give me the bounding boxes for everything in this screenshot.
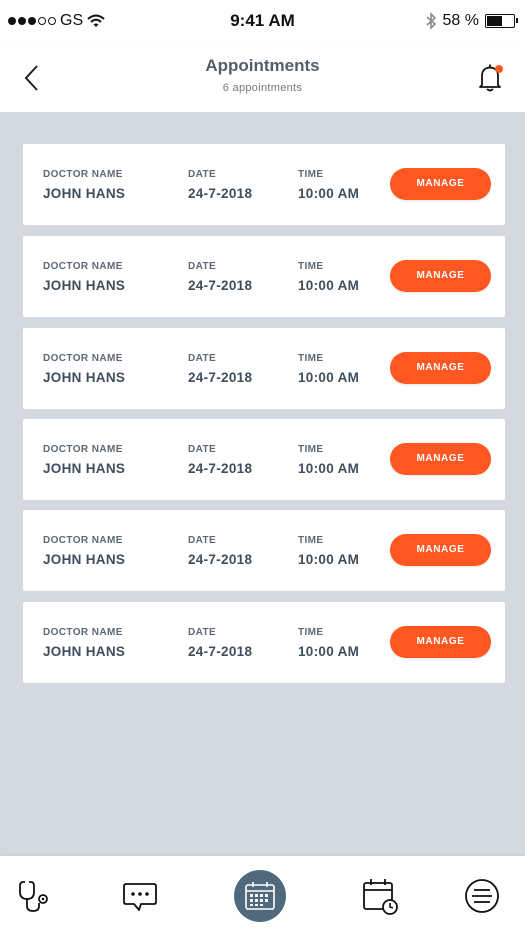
manage-button[interactable]: MANAGE — [390, 260, 491, 292]
doctor-name: JOHN HANS — [43, 552, 126, 567]
doctor-name-label: DOCTOR NAME — [43, 444, 123, 455]
notification-dot — [495, 65, 503, 73]
time-column: TIME 10:00 AM — [298, 169, 359, 201]
manage-button[interactable]: MANAGE — [390, 443, 491, 475]
bell-icon — [479, 64, 503, 92]
manage-button[interactable]: MANAGE — [390, 352, 491, 384]
appointment-time: 10:00 AM — [298, 461, 360, 476]
battery-icon — [485, 14, 518, 28]
doctor-column: DOCTOR NAME JOHN HANS — [43, 627, 125, 659]
appointment-date: 24-7-2018 — [188, 552, 253, 567]
doctor-name: JOHN HANS — [43, 644, 126, 659]
tab-messages[interactable] — [118, 874, 162, 918]
date-column: DATE 24-7-2018 — [188, 169, 252, 201]
time-column: TIME 10:00 AM — [298, 627, 359, 659]
date-column: DATE 24-7-2018 — [188, 444, 252, 476]
appointment-date: 24-7-2018 — [188, 370, 253, 385]
appointment-time: 10:00 AM — [298, 278, 360, 293]
doctor-name: JOHN HANS — [43, 186, 126, 201]
doctor-column: DOCTOR NAME JOHN HANS — [43, 261, 125, 293]
battery-level — [487, 16, 503, 26]
date-column: DATE 24-7-2018 — [188, 261, 252, 293]
date-column: DATE 24-7-2018 — [188, 353, 252, 385]
appointment-date: 24-7-2018 — [188, 278, 253, 293]
doctor-column: DOCTOR NAME JOHN HANS — [43, 169, 125, 201]
manage-button[interactable]: MANAGE — [390, 626, 491, 658]
date-label: DATE — [188, 261, 217, 272]
manage-button[interactable]: MANAGE — [390, 168, 491, 200]
tab-stethoscope[interactable] — [14, 874, 58, 918]
stethoscope-icon — [19, 881, 48, 912]
doctor-name-label: DOCTOR NAME — [43, 627, 123, 638]
date-label: DATE — [188, 444, 217, 455]
appointment-card: DOCTOR NAME JOHN HANS DATE 24-7-2018 TIME 10:… — [23, 419, 505, 500]
appointment-list: DOCTOR NAME JOHN HANS DATE 24-7-2018 TIME 10:… — [0, 112, 525, 856]
time-label: TIME — [298, 627, 324, 638]
appointment-card: DOCTOR NAME JOHN HANS DATE 24-7-2018 TIME 10:… — [23, 236, 505, 317]
time-column: TIME 10:00 AM — [298, 261, 359, 293]
tab-schedule[interactable] — [358, 874, 402, 918]
appointment-date: 24-7-2018 — [188, 461, 253, 476]
doctor-name-label: DOCTOR NAME — [43, 169, 123, 180]
time-label: TIME — [298, 261, 324, 272]
date-label: DATE — [188, 535, 217, 546]
battery-percent: 58 % — [442, 12, 479, 29]
appointment-time: 10:00 AM — [298, 552, 360, 567]
appointment-date: 24-7-2018 — [188, 644, 253, 659]
appointment-count: 6 appointments — [222, 82, 303, 94]
calendar-clock-icon — [363, 879, 398, 915]
bottom-tab-bar — [0, 856, 525, 934]
status-left: GS — [8, 12, 105, 30]
manage-button[interactable]: MANAGE — [390, 534, 491, 566]
doctor-column: DOCTOR NAME JOHN HANS — [43, 444, 125, 476]
date-column: DATE 24-7-2018 — [188, 627, 252, 659]
status-right: 58 % — [425, 12, 518, 30]
time-label: TIME — [298, 169, 324, 180]
time-label: TIME — [298, 444, 324, 455]
wifi-icon — [87, 14, 105, 27]
time-label: TIME — [298, 535, 324, 546]
appointment-card: DOCTOR NAME JOHN HANS DATE 24-7-2018 TIME 10:… — [23, 510, 505, 591]
appointment-card: DOCTOR NAME JOHN HANS DATE 24-7-2018 TIME 10:… — [23, 144, 505, 225]
date-label: DATE — [188, 353, 217, 364]
notifications-button[interactable] — [477, 62, 505, 94]
time-column: TIME 10:00 AM — [298, 535, 359, 567]
time-label: TIME — [298, 353, 324, 364]
signal-icon — [8, 17, 56, 25]
appointment-time: 10:00 AM — [298, 186, 360, 201]
carrier-label: GS — [60, 12, 84, 29]
time-column: TIME 10:00 AM — [298, 353, 359, 385]
appointment-time: 10:00 AM — [298, 644, 360, 659]
chat-icon — [123, 883, 157, 911]
appointment-date: 24-7-2018 — [188, 186, 253, 201]
menu-icon — [465, 879, 499, 913]
date-label: DATE — [188, 169, 217, 180]
doctor-name: JOHN HANS — [43, 370, 126, 385]
doctor-name-label: DOCTOR NAME — [43, 261, 123, 272]
date-column: DATE 24-7-2018 — [188, 535, 252, 567]
date-label: DATE — [188, 627, 217, 638]
doctor-name: JOHN HANS — [43, 461, 126, 476]
doctor-name-label: DOCTOR NAME — [43, 353, 123, 364]
appointment-time: 10:00 AM — [298, 370, 360, 385]
appointment-card: DOCTOR NAME JOHN HANS DATE 24-7-2018 TIME 10:… — [23, 328, 505, 409]
doctor-column: DOCTOR NAME JOHN HANS — [43, 353, 125, 385]
doctor-name: JOHN HANS — [43, 278, 126, 293]
app-header: Appointments 6 appointments — [0, 42, 525, 112]
bluetooth-icon — [426, 12, 436, 30]
page-title: Appointments — [205, 56, 320, 75]
time-column: TIME 10:00 AM — [298, 444, 359, 476]
status-bar: GS 9:41 AM 58 % — [0, 0, 525, 42]
calendar-icon — [245, 882, 275, 910]
tab-appointments[interactable] — [234, 870, 286, 922]
doctor-column: DOCTOR NAME JOHN HANS — [43, 535, 125, 567]
doctor-name-label: DOCTOR NAME — [43, 535, 123, 546]
appointment-card: DOCTOR NAME JOHN HANS DATE 24-7-2018 TIME 10:… — [23, 602, 505, 683]
tab-menu[interactable] — [460, 874, 504, 918]
